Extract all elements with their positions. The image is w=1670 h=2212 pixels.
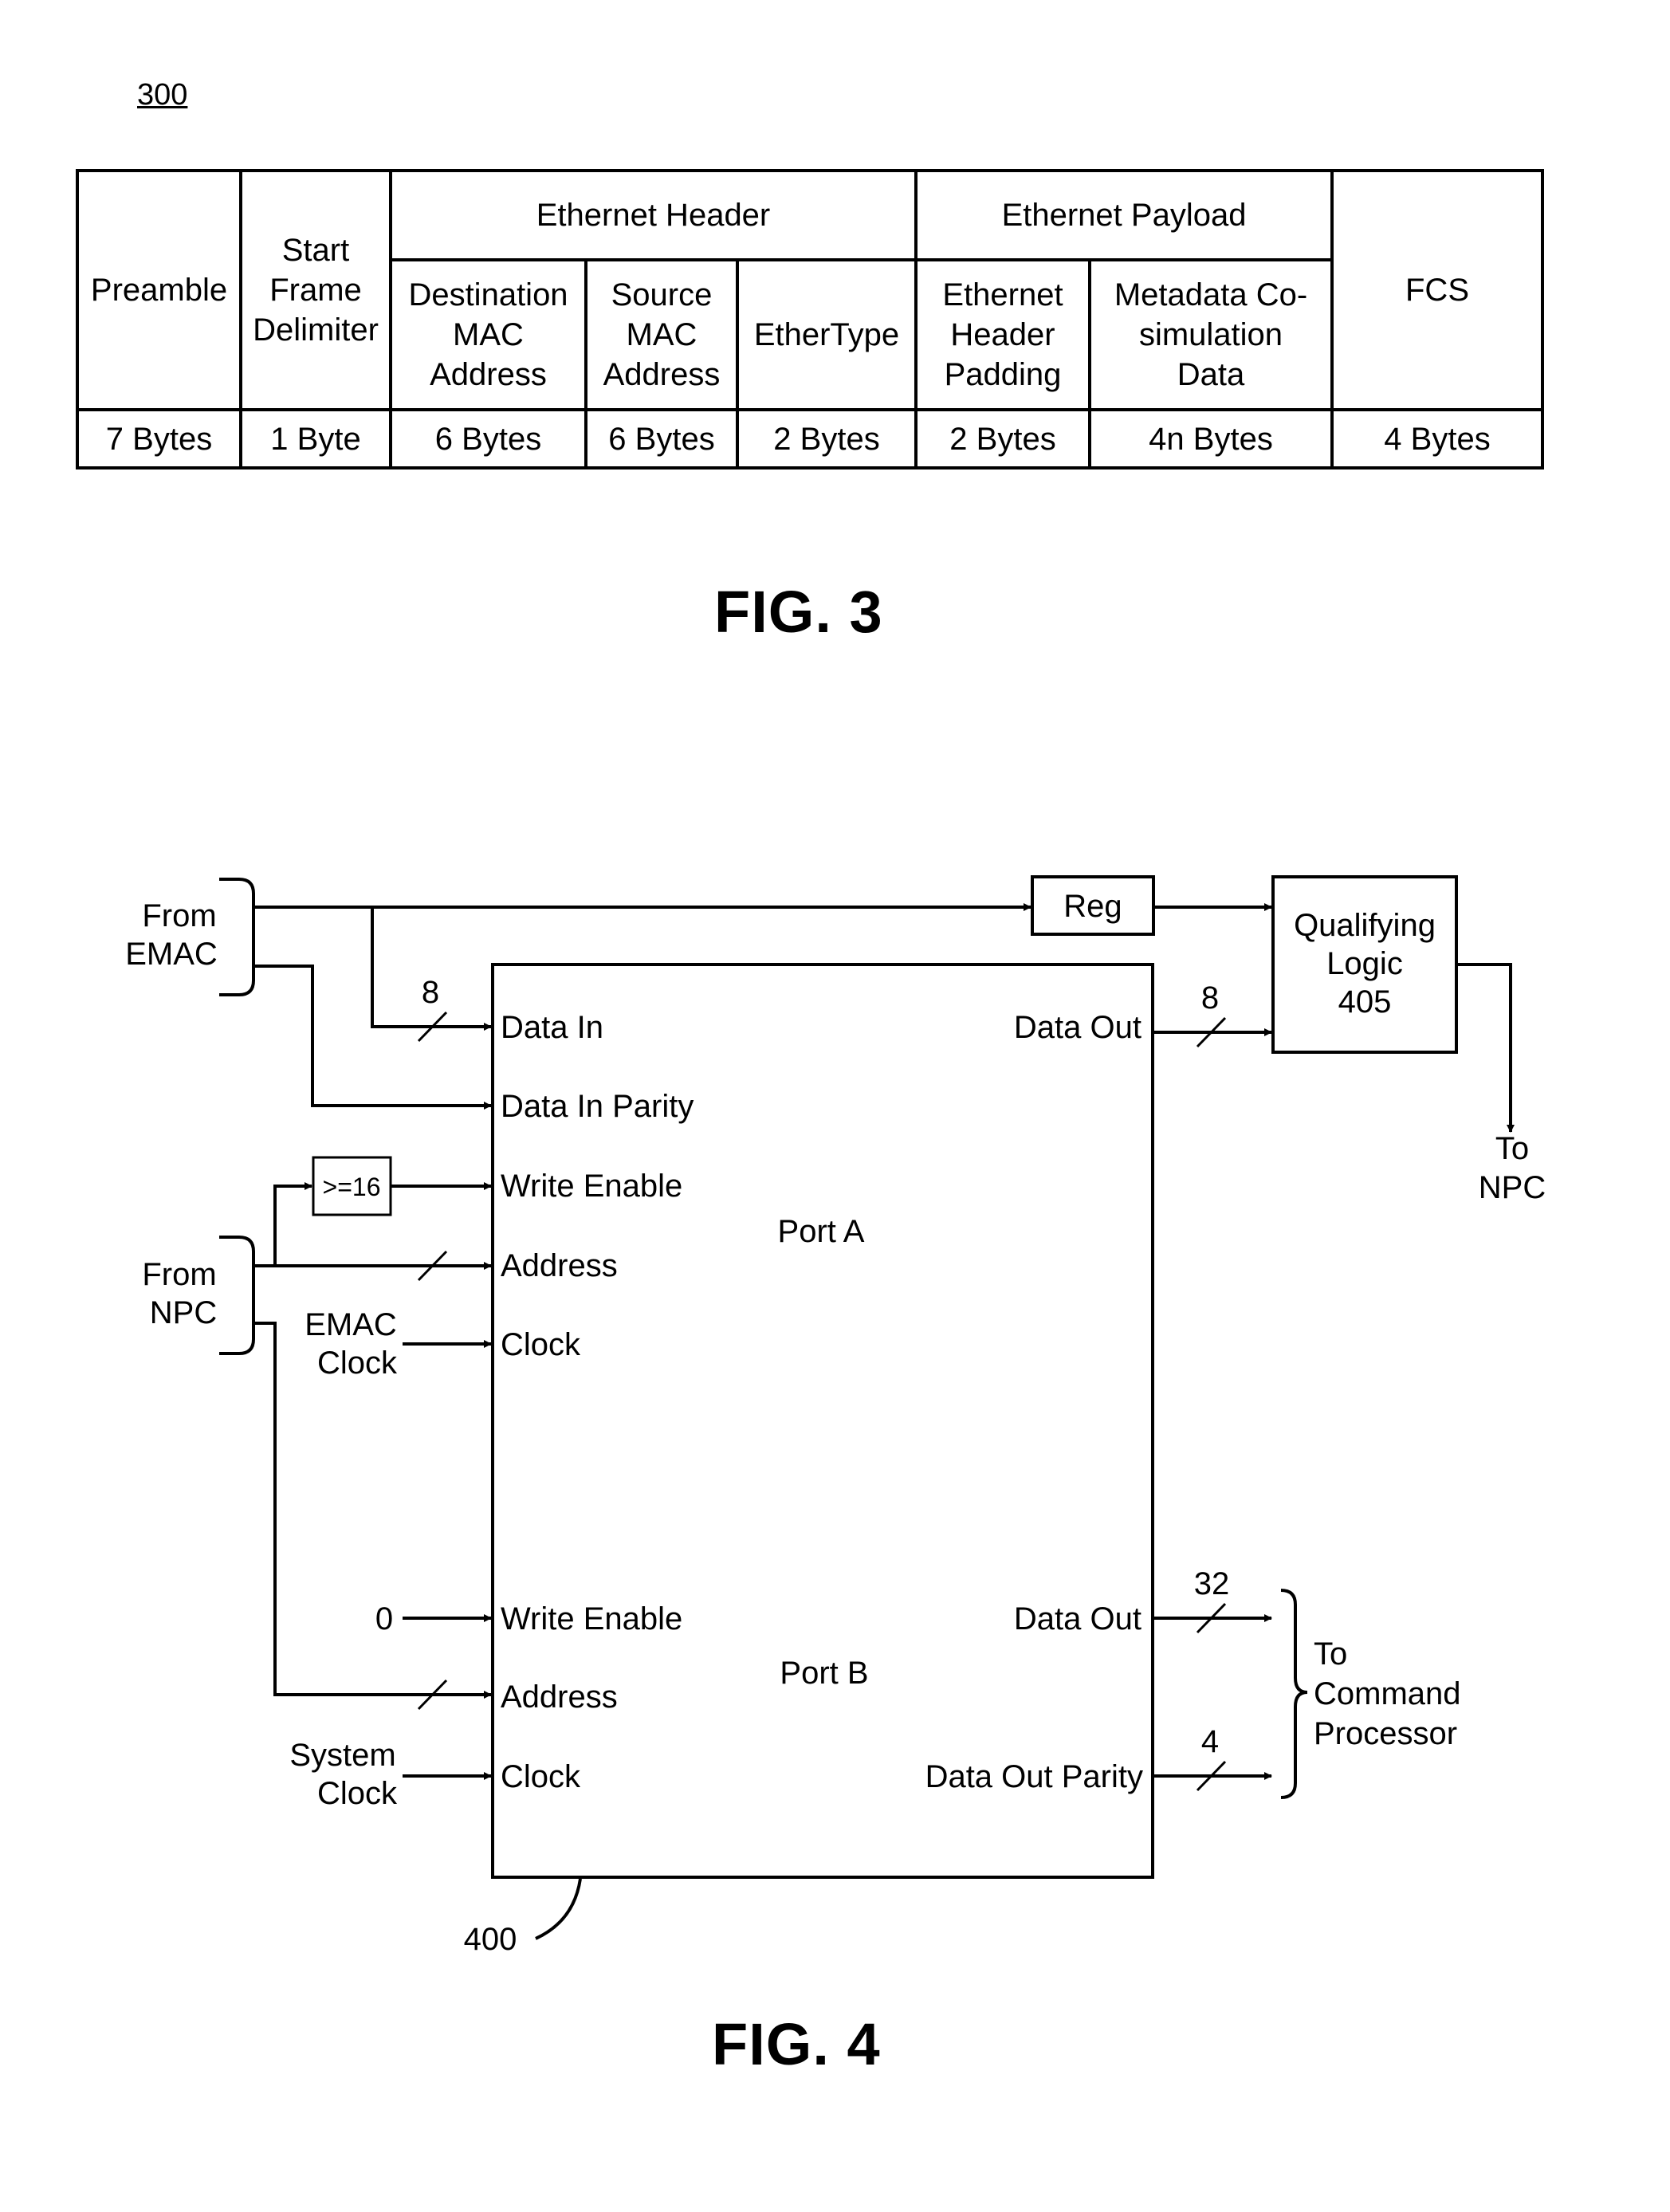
from-emac-label-1: From bbox=[142, 898, 216, 933]
ql-to-npc-wire bbox=[1456, 963, 1515, 1133]
from-emac-brace bbox=[219, 878, 255, 996]
ql-label-3: 405 bbox=[1338, 984, 1392, 1020]
ref-400-leader bbox=[535, 1878, 582, 1940]
bus-width-data-out-a: 8 bbox=[1201, 980, 1219, 1016]
port-a-label: Port A bbox=[778, 1214, 865, 1249]
from-npc-label-2: NPC bbox=[150, 1295, 217, 1330]
to-command-processor-label-2: Command bbox=[1314, 1676, 1461, 1711]
port-b-input-write-enable: Write Enable bbox=[501, 1601, 682, 1636]
port-b-label: Port B bbox=[780, 1656, 868, 1691]
port-a-input-clock: Clock bbox=[501, 1327, 581, 1362]
from-npc-label-1: From bbox=[142, 1257, 216, 1292]
ref-400-label: 400 bbox=[464, 1922, 517, 1957]
system-clock-label-2: Clock bbox=[317, 1776, 398, 1811]
to-command-processor-brace bbox=[1280, 1589, 1308, 1799]
port-b-input-address: Address bbox=[501, 1680, 618, 1715]
from-npc-brace bbox=[219, 1236, 255, 1355]
figure-4-caption: FIG. 4 bbox=[712, 2011, 881, 2077]
port-a-input-data-in-parity: Data In Parity bbox=[501, 1089, 694, 1124]
npc-to-compare-wire bbox=[273, 1182, 312, 1266]
bus-width-parity-out-b: 4 bbox=[1201, 1724, 1219, 1759]
from-emac-label-2: EMAC bbox=[125, 937, 218, 972]
to-command-processor-label-3: Processor bbox=[1314, 1716, 1457, 1751]
to-npc-label-2: NPC bbox=[1479, 1170, 1546, 1205]
port-a-output-data-out: Data Out bbox=[1014, 1010, 1141, 1045]
zero-input-label: 0 bbox=[375, 1601, 393, 1636]
reg-label: Reg bbox=[1063, 889, 1122, 924]
port-a-input-data-in: Data In bbox=[501, 1010, 603, 1045]
figure-4-diagram: From EMAC From NPC EMAC Clock System Clo… bbox=[125, 875, 1546, 1957]
ql-label-2: Logic bbox=[1326, 946, 1403, 981]
to-command-processor-label-1: To bbox=[1314, 1636, 1347, 1672]
compare-label: >=16 bbox=[323, 1173, 381, 1201]
port-b-input-clock: Clock bbox=[501, 1759, 581, 1794]
to-npc-label-1: To bbox=[1495, 1131, 1529, 1166]
ql-label-1: Qualifying bbox=[1294, 908, 1436, 943]
port-b-output-data-out: Data Out bbox=[1014, 1601, 1141, 1636]
port-b-output-data-out-parity: Data Out Parity bbox=[925, 1759, 1143, 1794]
emac-clock-label-2: Clock bbox=[317, 1346, 398, 1381]
emac-clock-label-1: EMAC bbox=[305, 1307, 397, 1342]
bus-width-data-out-b: 32 bbox=[1194, 1566, 1230, 1601]
port-a-input-address: Address bbox=[501, 1248, 618, 1283]
bus-width-data-in: 8 bbox=[422, 975, 439, 1010]
system-clock-label-1: System bbox=[289, 1738, 395, 1773]
port-a-input-write-enable: Write Enable bbox=[501, 1169, 682, 1204]
